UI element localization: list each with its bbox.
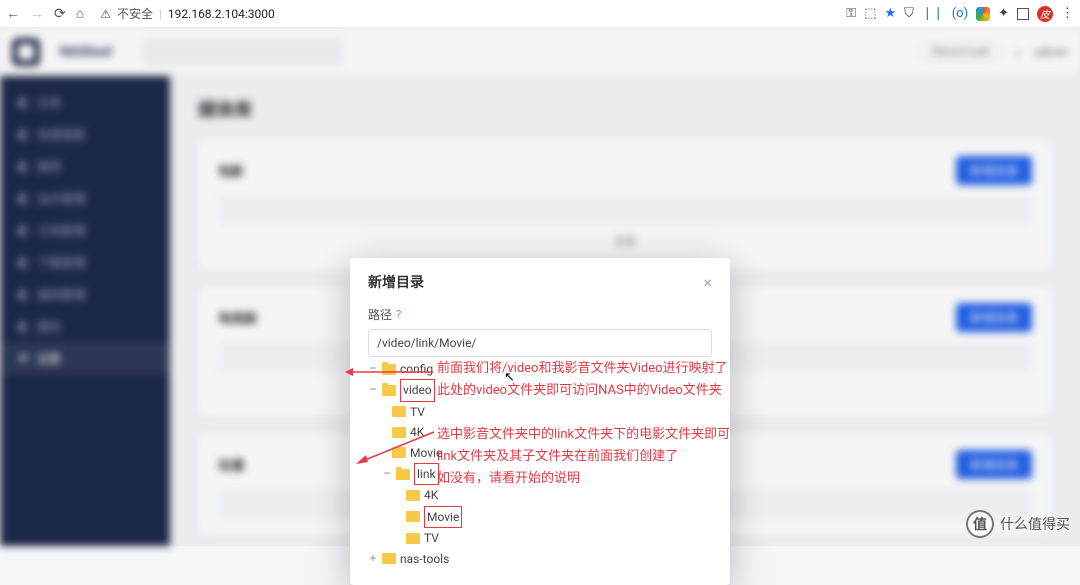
reload-icon[interactable]: ⟳: [54, 6, 66, 22]
tree-node[interactable]: 4K: [368, 422, 712, 442]
folder-icon: [382, 553, 396, 564]
tree-node[interactable]: Movie: [368, 443, 712, 463]
puzzle-icon[interactable]: ✦: [998, 6, 1009, 21]
forward-icon[interactable]: →: [30, 5, 44, 22]
tree-node[interactable]: TV: [368, 402, 712, 422]
folder-icon: [392, 427, 406, 438]
ext-dot-icon[interactable]: (o): [952, 6, 968, 21]
folder-icon: [406, 511, 420, 522]
ext-square-icon[interactable]: [1017, 8, 1029, 20]
close-icon[interactable]: ×: [703, 273, 712, 292]
address-bar[interactable]: ⚠ 不安全 | 192.168.2.104:3000: [92, 3, 838, 24]
tree-node[interactable]: −config: [368, 359, 712, 379]
folder-icon: [392, 447, 406, 458]
modal-backdrop: 新增目录 × 路径 ? −config −video TV 4K Movie −…: [0, 28, 1080, 546]
folder-icon: [382, 385, 396, 396]
star-icon[interactable]: ★: [884, 6, 896, 21]
tree-node[interactable]: TV: [368, 528, 712, 548]
tree-node[interactable]: +nas-tools: [368, 549, 712, 569]
ext-bars-icon[interactable]: ❘❘: [922, 6, 944, 21]
shield-icon[interactable]: ⛉: [904, 6, 914, 21]
modal-title: 新增目录: [368, 272, 424, 292]
back-icon[interactable]: ←: [6, 5, 20, 22]
extensions-area: ⚿ ⬚ ★ ⛉ ❘❘ (o) ✦ 皮 ⋮: [846, 6, 1074, 22]
tree-node-link[interactable]: −link: [368, 463, 712, 485]
profile-avatar[interactable]: 皮: [1037, 6, 1053, 22]
folder-tree: −config −video TV 4K Movie −link 4K Movi…: [368, 359, 712, 569]
bookmark-icon[interactable]: ⬚: [864, 6, 876, 21]
watermark-icon: 值: [966, 510, 994, 538]
path-input[interactable]: [368, 329, 712, 357]
tree-node-video[interactable]: −video: [368, 379, 712, 401]
browser-toolbar: ← → ⟳ ⌂ ⚠ 不安全 | 192.168.2.104:3000 ⚿ ⬚ ★…: [0, 0, 1080, 28]
tree-node[interactable]: 4K: [368, 485, 712, 505]
ext-color-icon[interactable]: [976, 7, 990, 21]
folder-icon: [406, 533, 420, 544]
add-directory-modal: 新增目录 × 路径 ? −config −video TV 4K Movie −…: [350, 258, 730, 585]
home-icon[interactable]: ⌂: [76, 5, 84, 22]
help-icon[interactable]: ?: [396, 308, 401, 321]
watermark-text: 什么值得买: [1000, 514, 1070, 534]
folder-icon: [382, 364, 396, 375]
folder-icon: [396, 469, 410, 480]
watermark: 值 什么值得买: [966, 510, 1070, 538]
insecure-warning-icon: ⚠: [100, 7, 111, 21]
folder-icon: [392, 406, 406, 417]
kebab-menu-icon[interactable]: ⋮: [1061, 6, 1074, 21]
insecure-label: 不安全: [117, 5, 153, 22]
folder-icon: [406, 490, 420, 501]
path-label: 路径 ?: [368, 306, 712, 323]
tree-node-movie[interactable]: Movie: [368, 506, 712, 528]
url-text: 192.168.2.104:3000: [168, 7, 275, 21]
key-icon[interactable]: ⚿: [846, 6, 856, 21]
